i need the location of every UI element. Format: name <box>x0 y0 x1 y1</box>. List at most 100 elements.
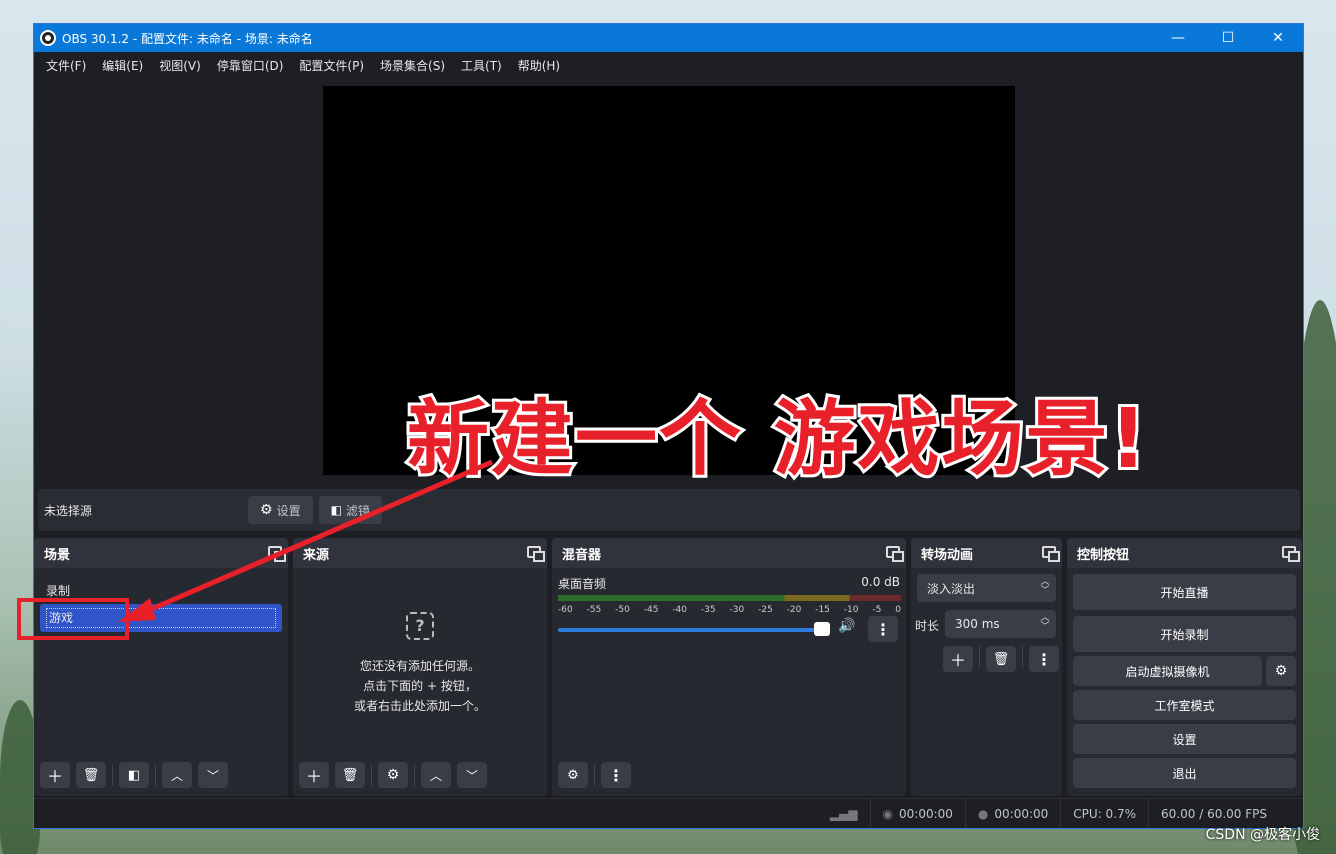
toolbar-divider <box>371 764 372 786</box>
trash-icon: 🗑 <box>992 651 1010 667</box>
volume-slider-track[interactable] <box>558 628 826 632</box>
watermark: CSDN @极客小俊 <box>1205 827 1320 843</box>
add-scene-button[interactable]: ＋ <box>40 762 70 788</box>
undock-icon[interactable] <box>268 546 286 562</box>
sources-toolbar: ＋ 🗑 ⚙ ︿ ﹀ <box>299 762 493 788</box>
menu-help[interactable]: 帮助(H) <box>510 57 568 74</box>
gear-icon: ⚙ <box>386 767 400 783</box>
source-settings-button[interactable]: ⚙ 设置 <box>248 496 313 524</box>
menu-file[interactable]: 文件(F) <box>38 57 94 74</box>
duration-spinbox[interactable]: 300 ms ︿ ﹀ <box>945 610 1056 638</box>
source-properties-button[interactable]: ⚙ <box>378 762 408 788</box>
advanced-audio-button[interactable]: ⚙ <box>558 762 588 788</box>
source-filters-button[interactable]: ◧ 滤镜 <box>318 496 382 524</box>
move-source-down-button[interactable]: ﹀ <box>457 762 487 788</box>
add-source-button[interactable]: ＋ <box>299 762 329 788</box>
move-scene-down-button[interactable]: ﹀ <box>198 762 228 788</box>
mixer-toolbar: ⚙ ⋮ <box>558 762 637 788</box>
toolbar-divider <box>112 764 113 786</box>
scale-tick: -30 <box>729 605 745 615</box>
gear-icon: ⚙ <box>1274 663 1288 679</box>
network-strength: ▂▄▆ <box>818 799 870 828</box>
volume-meter <box>558 595 901 601</box>
undock-icon[interactable] <box>886 546 904 562</box>
move-scene-up-button[interactable]: ︿ <box>162 762 192 788</box>
controls-dock-header: 控制按钮 <box>1067 538 1302 568</box>
scale-tick: -40 <box>672 605 688 615</box>
volume-slider-handle[interactable] <box>814 622 830 636</box>
transitions-dock-header: 转场动画 <box>911 538 1062 568</box>
record-status: ● 00:00:00 <box>964 799 1060 828</box>
signal-bars-icon: ▂▄▆ <box>829 806 858 821</box>
transition-menu-button[interactable]: ⋮ <box>1029 646 1059 672</box>
remove-transition-button[interactable]: 🗑 <box>986 646 1016 672</box>
toolbar-divider <box>1022 646 1023 668</box>
scenes-dock: 场景 录制 游戏 ＋ 🗑 ◧ ︿ ﹀ <box>34 538 288 796</box>
empty-line-2: 点击下面的 + 按钮， <box>363 679 477 693</box>
menu-docks[interactable]: 停靠窗口(D) <box>209 57 292 74</box>
stream-timer: 00:00:00 <box>899 806 953 821</box>
gears-icon: ⚙ <box>567 767 579 783</box>
gear-icon: ⚙ <box>260 502 273 518</box>
empty-line-1: 您还没有添加任何源。 <box>359 659 480 673</box>
broadcast-icon: ◉ <box>882 806 893 821</box>
scene-filters-button[interactable]: ◧ <box>119 762 149 788</box>
mixer-dock: 混音器 桌面音频 0.0 dB -60 -55 -50 -45 -40 -35 … <box>552 538 906 796</box>
virtual-camera-settings-button[interactable]: ⚙ <box>1266 656 1296 686</box>
transition-type-select[interactable]: 淡入淡出 ︿ ﹀ <box>917 574 1056 602</box>
settings-button[interactable]: 设置 <box>1073 724 1296 754</box>
menu-tools[interactable]: 工具(T) <box>453 57 510 74</box>
menu-bar: 文件(F) 编辑(E) 视图(V) 停靠窗口(D) 配置文件(P) 场景集合(S… <box>34 52 1303 78</box>
menu-view[interactable]: 视图(V) <box>151 57 209 74</box>
undock-icon[interactable] <box>527 546 545 562</box>
start-recording-button[interactable]: 开始录制 <box>1073 616 1296 652</box>
stream-status: ◉ 00:00:00 <box>869 799 965 828</box>
scale-tick: -45 <box>643 605 659 615</box>
mixer-menu-button[interactable]: ⋮ <box>601 762 631 788</box>
move-source-up-button[interactable]: ︿ <box>421 762 451 788</box>
spin-arrows-icon[interactable]: ︿ ﹀ <box>1038 614 1052 634</box>
minimize-button[interactable]: — <box>1153 24 1203 52</box>
duration-value: 300 ms <box>955 617 1000 631</box>
scene-item-label: 录制 <box>46 583 71 598</box>
empty-line-3: 或者右击此处添加一个。 <box>353 699 486 713</box>
select-arrows-icon: ︿ ﹀ <box>1040 577 1050 596</box>
studio-mode-button[interactable]: 工作室模式 <box>1073 690 1296 720</box>
source-filters-label: 滤镜 <box>345 503 370 518</box>
mixer-channel-menu-button[interactable]: ⋮ <box>868 616 898 642</box>
undock-icon[interactable] <box>1282 546 1300 562</box>
source-settings-label: 设置 <box>276 503 301 518</box>
kebab-icon: ⋮ <box>1036 649 1052 669</box>
menu-scene-collection[interactable]: 场景集合(S) <box>372 57 453 74</box>
plus-icon: ＋ <box>305 767 322 786</box>
sources-title: 来源 <box>303 547 330 563</box>
start-virtual-camera-button[interactable]: 启动虚拟摄像机 <box>1073 656 1262 686</box>
sources-dock-header: 来源 <box>293 538 547 568</box>
scale-tick: 0 <box>895 605 901 615</box>
question-icon: ? <box>406 612 434 640</box>
scale-tick: -60 <box>558 605 573 615</box>
toolbar-divider <box>414 764 415 786</box>
add-transition-button[interactable]: ＋ <box>943 646 973 672</box>
maximize-button[interactable]: ☐ <box>1203 24 1253 52</box>
start-streaming-button[interactable]: 开始直播 <box>1073 574 1296 610</box>
status-bar: ▂▄▆ ◉ 00:00:00 ● 00:00:00 CPU: 0.7% 60.0… <box>34 798 1303 828</box>
menu-profile[interactable]: 配置文件(P) <box>291 57 372 74</box>
exit-button[interactable]: 退出 <box>1073 758 1296 788</box>
close-button[interactable]: ✕ <box>1253 24 1303 52</box>
undock-icon[interactable] <box>1042 546 1060 562</box>
chevron-down-icon: ﹀ <box>206 768 219 783</box>
toolbar-divider <box>979 646 980 668</box>
speaker-icon[interactable]: 🔊 <box>838 618 855 634</box>
menu-edit[interactable]: 编辑(E) <box>94 57 151 74</box>
filter-icon: ◧ <box>127 767 141 783</box>
sources-empty-state[interactable]: ? 您还没有添加任何源。 点击下面的 + 按钮， 或者右击此处添加一个。 <box>293 568 547 716</box>
remove-scene-button[interactable]: 🗑 <box>76 762 106 788</box>
annotation-text: 新建一个 游戏场景! <box>404 389 1150 490</box>
record-dot-icon: ● <box>977 806 989 821</box>
remove-source-button[interactable]: 🗑 <box>335 762 365 788</box>
controls-title: 控制按钮 <box>1077 547 1130 563</box>
mixer-dock-header: 混音器 <box>552 538 906 568</box>
scenes-toolbar: ＋ 🗑 ◧ ︿ ﹀ <box>40 762 234 788</box>
plus-icon: ＋ <box>949 651 966 670</box>
